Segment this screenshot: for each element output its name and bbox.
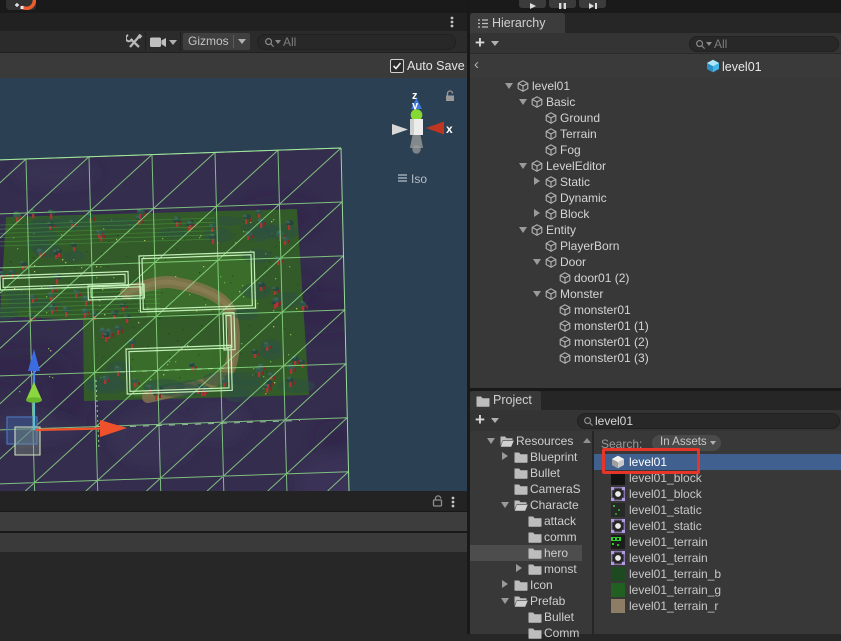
svg-text:x: x — [446, 122, 453, 136]
svg-text:Iso: Iso — [411, 172, 427, 186]
